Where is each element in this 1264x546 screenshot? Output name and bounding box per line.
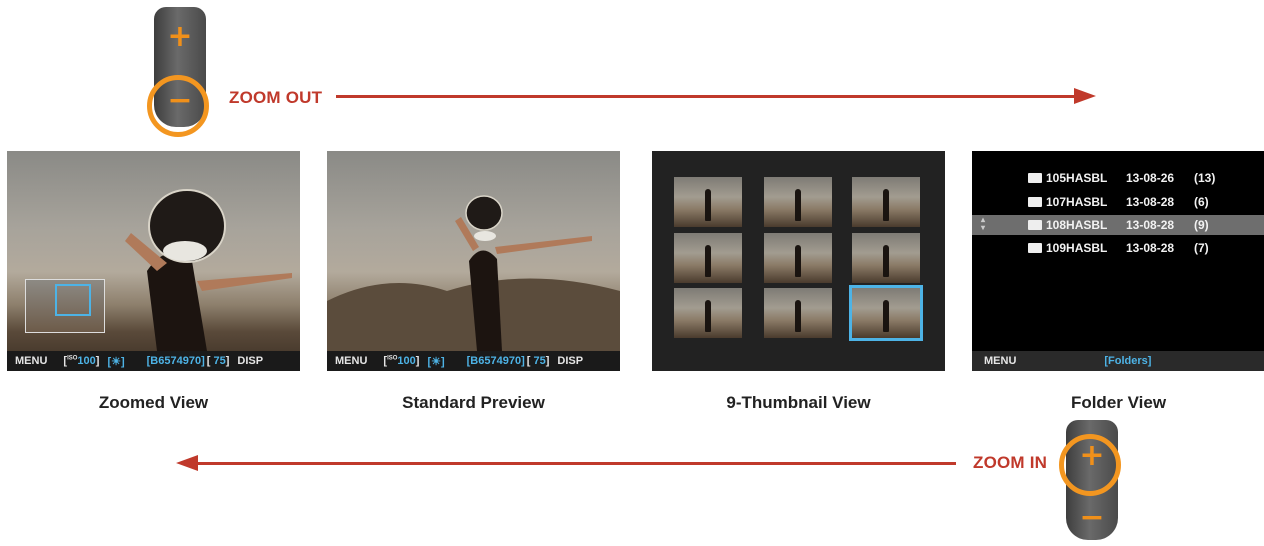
thumbnail: [764, 288, 832, 338]
folder-icon: [1028, 243, 1042, 253]
status-bar: MENU [ISO100] [☀] [B6574970] [ 75] DISP: [7, 351, 300, 371]
file-id: [B6574970]: [466, 355, 525, 367]
folder-row: 105HASBL 13-08-26 (13): [972, 168, 1264, 188]
thumbnail: [674, 288, 742, 338]
disp-label: DISP: [557, 355, 584, 367]
model-figure-zoomed: [125, 189, 292, 351]
iso-indicator: [ISO100]: [383, 355, 420, 367]
thumbnail: [852, 177, 920, 227]
file-id: [B6574970]: [146, 355, 205, 367]
folders-mode-label: [Folders]: [1104, 355, 1152, 367]
menu-label: MENU: [335, 355, 368, 367]
quality-value: [ 75]: [526, 355, 550, 367]
status-bar: MENU [ISO100] [☀] [B6574970] [ 75] DISP: [327, 351, 620, 371]
thumbnail: [852, 233, 920, 283]
folder-icon: [1028, 173, 1042, 183]
disp-label: DISP: [237, 355, 264, 367]
model-figure-standard: [327, 195, 620, 371]
folder-row: 107HASBL 13-08-28 (6): [972, 192, 1264, 212]
folder-status-bar: MENU [Folders]: [972, 351, 1264, 371]
updown-arrows-icon: ▴ ▾: [981, 215, 986, 232]
thumbnail: [764, 177, 832, 227]
zoom-rocker-bottom: + −: [1059, 420, 1121, 540]
thumbnail-view-screen: [652, 151, 945, 371]
iso-indicator: [ISO100]: [63, 355, 100, 367]
zoom-rocker-top: + −: [147, 7, 209, 137]
thumbnail: [674, 177, 742, 227]
caption-zoomed-view: Zoomed View: [98, 393, 209, 412]
navigator-zoom-box: [55, 284, 91, 316]
folder-icon: [1028, 197, 1042, 207]
zoom-in-highlight-ring: [1059, 434, 1121, 496]
zoom-in-label: ZOOM IN: [973, 453, 1048, 472]
folder-row-selected: ▴ ▾ 108HASBL 13-08-28 (9): [972, 215, 1264, 235]
caption-folder-view: Folder View: [1070, 393, 1167, 412]
thumbnail: [674, 233, 742, 283]
zoom-in-arrow: [196, 462, 956, 465]
menu-label: MENU: [984, 355, 1017, 367]
sun-icon: [☀]: [107, 355, 125, 368]
folder-view-screen: 105HASBL 13-08-26 (13) 107HASBL 13-08-28…: [972, 151, 1264, 371]
zoom-in-arrowhead: [176, 455, 198, 471]
sun-icon: [☀]: [427, 355, 445, 368]
folder-row: 109HASBL 13-08-28 (7): [972, 238, 1264, 258]
plus-icon: +: [167, 19, 193, 54]
zoom-out-arrow: [336, 95, 1078, 98]
zoom-out-arrowhead: [1074, 88, 1096, 104]
caption-standard-preview: Standard Preview: [402, 393, 545, 412]
minus-icon: −: [1079, 500, 1105, 535]
thumbnail: [764, 233, 832, 283]
caption-thumbnail-view: 9-Thumbnail View: [726, 393, 871, 412]
quality-value: [ 75]: [206, 355, 230, 367]
zoom-out-highlight-ring: [147, 75, 209, 137]
zoomed-view-screen: MENU [ISO100] [☀] [B6574970] [ 75] DISP: [7, 151, 300, 371]
folder-icon: [1028, 220, 1042, 230]
menu-label: MENU: [15, 355, 48, 367]
zoom-out-label: ZOOM OUT: [229, 88, 323, 107]
standard-preview-screen: MENU [ISO100] [☀] [B6574970] [ 75] DISP: [327, 151, 620, 371]
thumbnail-selected: [849, 285, 923, 341]
